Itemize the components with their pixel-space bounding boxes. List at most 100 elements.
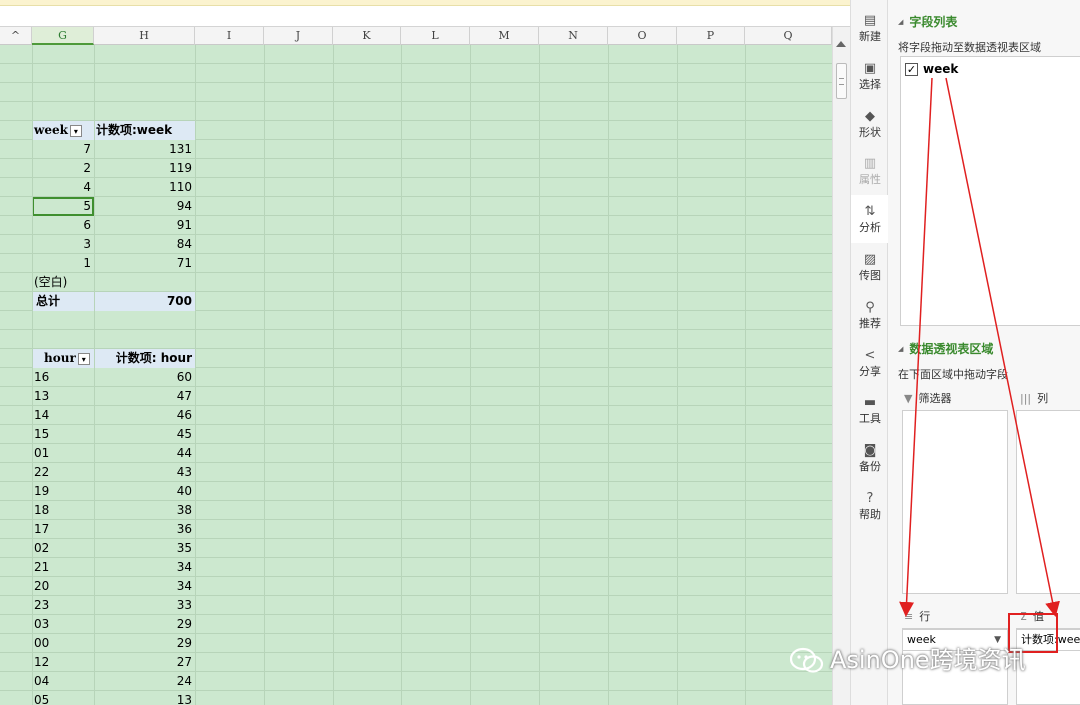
column-header-h[interactable]: H xyxy=(94,27,195,45)
pivot-hour-row-label[interactable]: 03 xyxy=(34,615,94,634)
column-header-j[interactable]: J xyxy=(264,27,333,45)
spreadsheet[interactable]: ^ G H I J K L M N O P Q week ▾ 计数项:week 7 131 2 119 4 110… xyxy=(0,27,832,705)
tool-button-10[interactable]: ? 帮助 xyxy=(851,482,889,530)
pivot-week-row-value[interactable]: 131 xyxy=(96,140,195,159)
cell-grid[interactable]: week ▾ 计数项:week 7 131 2 119 4 110 5 94 6 91 3 84 1 71 … xyxy=(0,45,832,705)
row-label: 行 xyxy=(919,610,931,623)
tool-button-1[interactable]: ▣ 选择 xyxy=(851,52,889,100)
field-week[interactable]: week xyxy=(923,62,958,76)
pivot-week-row-label[interactable]: 3 xyxy=(32,235,94,254)
pivot-week-row-value[interactable]: 71 xyxy=(96,254,195,273)
column-header-i[interactable]: I xyxy=(195,27,264,45)
column-header-o[interactable]: O xyxy=(608,27,677,45)
pivot-hour-row-label[interactable]: 20 xyxy=(34,577,94,596)
column-header-g[interactable]: G xyxy=(32,27,94,45)
formula-bar[interactable] xyxy=(0,6,850,27)
pivot-week-row-label[interactable]: 2 xyxy=(32,159,94,178)
pivot-hour-row-label[interactable]: 04 xyxy=(34,672,94,691)
field-list-box[interactable]: ✓ week xyxy=(900,56,1080,326)
tool-button-2[interactable]: ◆ 形状 xyxy=(851,100,889,148)
pivot-week-row-value[interactable]: 84 xyxy=(96,235,195,254)
pivot-hour-row-value[interactable]: 24 xyxy=(96,672,195,691)
pivot-hour-row-value[interactable]: 40 xyxy=(96,482,195,501)
pivot-hour-row-value[interactable]: 36 xyxy=(96,520,195,539)
pivot-hour-row-label[interactable]: 18 xyxy=(34,501,94,520)
pivot-hour-row-value[interactable]: 60 xyxy=(96,368,195,387)
pivot-hour-row-value[interactable]: 27 xyxy=(96,653,195,672)
pivot-hour-row-label[interactable]: 22 xyxy=(34,463,94,482)
column-header-p[interactable]: P xyxy=(677,27,745,45)
tool-button-9[interactable]: ◙ 备份 xyxy=(851,434,889,482)
column-header-m[interactable]: M xyxy=(470,27,539,45)
tool-button-3[interactable]: ▥ 属性 xyxy=(851,147,889,195)
column-header-k[interactable]: K xyxy=(333,27,401,45)
pivot-hour-row-label[interactable]: 00 xyxy=(34,634,94,653)
wechat-logo-icon xyxy=(790,647,824,673)
filter-dropdown-icon[interactable]: ▾ xyxy=(69,124,82,137)
upload-image-icon: ▨ xyxy=(863,252,877,267)
pivot-week-row-label[interactable]: 4 xyxy=(32,178,94,197)
pivot-week-row-label[interactable]: 6 xyxy=(32,216,94,235)
pivot-hour-row-label[interactable]: 01 xyxy=(34,444,94,463)
pivot-hour-row-value[interactable]: 45 xyxy=(96,425,195,444)
column-zone[interactable] xyxy=(1016,410,1080,594)
tool-label: 帮助 xyxy=(859,508,881,521)
filter-dropdown-icon[interactable]: ▾ xyxy=(77,352,90,365)
pivot-week-row-label[interactable]: 1 xyxy=(32,254,94,273)
pivot-hour-row-value[interactable]: 34 xyxy=(96,577,195,596)
tool-button-5[interactable]: ▨ 传图 xyxy=(851,243,889,291)
scroll-thumb[interactable] xyxy=(836,63,847,99)
pivot-hour-row-field[interactable]: hour ▾ xyxy=(44,349,94,368)
tool-button-0[interactable]: ▤ 新建 xyxy=(851,4,889,52)
checkbox-checked-icon[interactable]: ✓ xyxy=(905,63,918,76)
new-file-icon: ▤ xyxy=(863,13,877,28)
tool-button-6[interactable]: ⚲ 推荐 xyxy=(851,291,889,339)
pivot-week-total-value: 700 xyxy=(166,294,192,308)
pivot-hour-row-value[interactable]: 29 xyxy=(96,615,195,634)
tool-button-4[interactable]: ⇅ 分析 xyxy=(851,195,889,244)
pivot-hour-row-value[interactable]: 46 xyxy=(96,406,195,425)
pivot-week-row-value[interactable]: 91 xyxy=(96,216,195,235)
pivot-hour-row-value[interactable]: 38 xyxy=(96,501,195,520)
pivot-hour-row-value[interactable]: 43 xyxy=(96,463,195,482)
pivot-hour-row-label[interactable]: 21 xyxy=(34,558,94,577)
pivot-hour-row-value[interactable]: 47 xyxy=(96,387,195,406)
pivot-hour-row-label[interactable]: 19 xyxy=(34,482,94,501)
column-label: 列 xyxy=(1037,392,1049,405)
pivot-hour-row-value[interactable]: 29 xyxy=(96,634,195,653)
column-header-l[interactable]: L xyxy=(401,27,470,45)
scroll-up-icon[interactable] xyxy=(836,41,846,47)
pivot-week-row-label[interactable]: 7 xyxy=(32,140,94,159)
pivot-hour-value-header: 计数项: hour xyxy=(115,351,192,365)
pivot-week-row-field[interactable]: week ▾ xyxy=(34,121,94,140)
tool-button-7[interactable]: < 分享 xyxy=(851,339,889,387)
selected-cell-outline[interactable] xyxy=(32,197,94,216)
pivot-hour-row-label[interactable]: 02 xyxy=(34,539,94,558)
pivot-hour-row-label[interactable]: 17 xyxy=(34,520,94,539)
vertical-scrollbar[interactable] xyxy=(832,27,850,705)
pivot-hour-row-label[interactable]: 13 xyxy=(34,387,94,406)
pivot-hour-row-label[interactable]: 16 xyxy=(34,368,94,387)
filter-zone[interactable] xyxy=(902,410,1008,594)
pivot-week-row-value[interactable]: 110 xyxy=(96,178,195,197)
tool-button-8[interactable]: ▬ 工具 xyxy=(851,386,889,434)
pivot-hour-row-label[interactable]: 15 xyxy=(34,425,94,444)
pivot-hour-row-label[interactable]: 14 xyxy=(34,406,94,425)
column-header-partial[interactable]: ^ xyxy=(0,27,32,45)
pivot-hour-row-value[interactable]: 44 xyxy=(96,444,195,463)
pivot-hour-row-label[interactable]: 23 xyxy=(34,596,94,615)
pivot-hour-row-value[interactable]: 34 xyxy=(96,558,195,577)
pivot-hour-row-value[interactable]: 33 xyxy=(96,596,195,615)
pivot-week-row-value[interactable]: 119 xyxy=(96,159,195,178)
pivot-hour-row-label[interactable]: 05 xyxy=(34,691,94,705)
pivot-hour-row-value[interactable]: 13 xyxy=(96,691,195,705)
column-header-q[interactable]: Q xyxy=(745,27,832,45)
pivot-week-row-value[interactable]: 94 xyxy=(96,197,195,216)
column-header-n[interactable]: N xyxy=(539,27,608,45)
pivot-area-hint: 在下面区域中拖动字段 xyxy=(898,368,1008,381)
filter-zone-label: ▼ 筛选器 xyxy=(904,390,951,406)
pivot-hour-row-value[interactable]: 35 xyxy=(96,539,195,558)
tool-label: 属性 xyxy=(859,173,881,187)
pivot-hour-row-label[interactable]: 12 xyxy=(34,653,94,672)
column-header-row: ^ G H I J K L M N O P Q xyxy=(0,27,832,45)
